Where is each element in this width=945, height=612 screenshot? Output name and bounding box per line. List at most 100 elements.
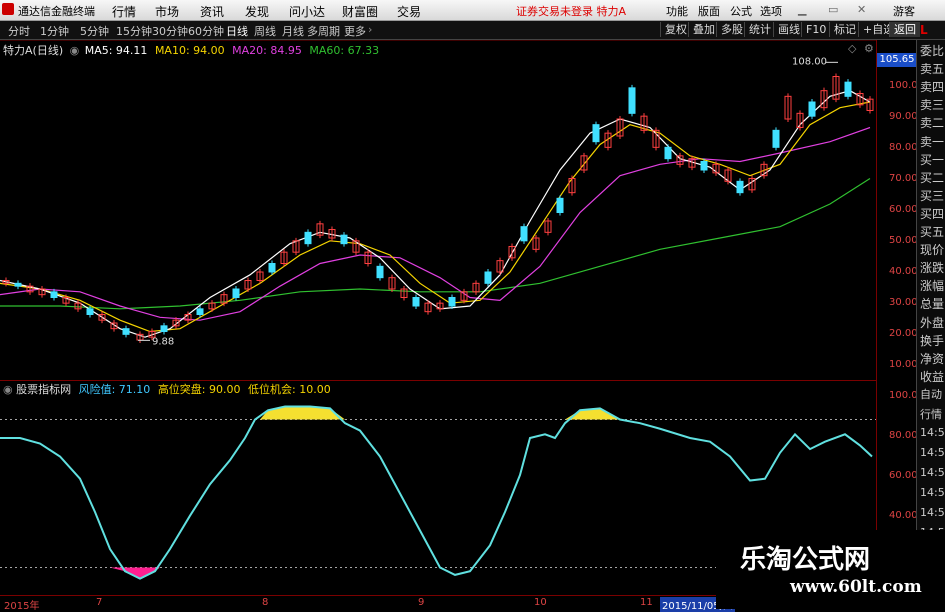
candle-body — [122, 328, 130, 335]
menu-trade[interactable]: 交易 — [397, 3, 421, 20]
close-icon[interactable]: ✕ — [857, 3, 866, 16]
restore-icon[interactable]: ▭ — [828, 3, 838, 16]
side-label: 收益 — [920, 369, 945, 384]
tab-intraday[interactable]: 分时 — [8, 23, 30, 39]
multi-stock-button[interactable]: 多股 — [716, 22, 747, 37]
draw-button[interactable]: 画线 — [773, 22, 804, 37]
ma20-label: MA20: 84.95 — [232, 44, 302, 57]
menu-quotes[interactable]: 行情 — [112, 3, 136, 20]
indicator-name: 股票指标网 — [16, 383, 72, 396]
side-label: 现价 — [920, 243, 945, 258]
stock-label: 特力A(日线) — [3, 44, 64, 57]
quote-side-panel: 委比 卖五 卖四 卖三 卖二 卖一 买一 买二 买三 买四 买五 现价 涨跌 涨幅 总量 外盘 换手 净资 收益 自动… — [916, 40, 945, 595]
menu-layout[interactable]: 版面 — [698, 3, 720, 19]
menu-ask[interactable]: 问小达 — [289, 3, 325, 20]
candle-body — [736, 180, 744, 194]
side-label: 行情 — [920, 408, 942, 421]
kline-svg[interactable]: 108.00 9.88 — [0, 40, 876, 380]
ind-ytick: 80.00 — [889, 430, 918, 441]
watermark-url: www.60lt.com — [790, 577, 922, 597]
date-tick: 8 — [262, 597, 269, 608]
chevron-right-icon[interactable]: › — [368, 23, 372, 36]
low-price-label: 9.88 — [152, 336, 174, 347]
stats-button[interactable]: 统计 — [744, 22, 775, 37]
overlay-button[interactable]: 叠加 — [688, 22, 719, 37]
menu-bar: 通达信金融终端 行情 市场 资讯 发现 问小达 财富圈 交易 证券交易未登录 特… — [0, 0, 945, 21]
tab-30min[interactable]: 30分钟 — [152, 23, 188, 39]
date-tick: 10 — [534, 597, 547, 608]
side-label: 涨幅 — [920, 279, 945, 294]
app-logo-icon — [2, 3, 14, 15]
ytick: 70.00 — [889, 173, 918, 184]
side-label: 涨跌 — [920, 261, 945, 276]
menu-function[interactable]: 功能 — [666, 3, 688, 19]
side-label: 买一 — [920, 152, 945, 167]
high-breakout-label: 高位突盘: 90.00 — [157, 383, 241, 396]
menu-discover[interactable]: 发现 — [245, 3, 269, 20]
watermark-title: 乐淘公式网 — [740, 545, 871, 575]
ma60-line — [0, 177, 871, 310]
ma5-label: MA5: 94.11 — [84, 44, 148, 57]
period-toolbar: 分时 1分钟 5分钟 15分钟 30分钟 60分钟 日线 周线 月线 多周期 更… — [0, 21, 945, 40]
candle-body — [664, 146, 672, 160]
candle-body — [520, 226, 528, 242]
candle-body — [232, 288, 240, 298]
ytick: 30.00 — [889, 297, 918, 308]
login-warning: 证券交易未登录 特力A — [516, 5, 627, 18]
side-label: 自动 — [920, 388, 942, 401]
level-l-badge: L — [920, 23, 928, 37]
minimize-icon[interactable]: ▁ — [798, 3, 806, 16]
kline-chart[interactable]: 108.00 9.88 — [0, 40, 876, 380]
side-label: 卖五 — [920, 62, 945, 77]
current-price-tag: 105.65 — [877, 53, 917, 67]
tab-1min[interactable]: 1分钟 — [40, 23, 69, 39]
expand-icon[interactable]: ◇ — [848, 42, 856, 55]
ytick: 40.00 — [889, 266, 918, 277]
menu-news[interactable]: 资讯 — [200, 3, 224, 20]
side-label: 14:50 — [920, 506, 945, 519]
guest-label[interactable]: 游客 — [893, 3, 915, 19]
tab-15min[interactable]: 15分钟 — [116, 23, 152, 39]
ma-legend: 特力A(日线) ◉ MA5: 94.11 MA10: 94.00 MA20: 8… — [3, 42, 379, 58]
tab-multi-period[interactable]: 多周期 — [307, 23, 340, 39]
settings-icon[interactable]: ⚙ — [864, 42, 874, 55]
side-label: 外盘 — [920, 315, 945, 330]
candle-body — [772, 129, 780, 148]
ma60-label: MA60: 67.33 — [309, 44, 380, 57]
menu-options[interactable]: 选项 — [760, 3, 782, 19]
price-axis: 105.65 100.00 90.00 80.00 70.00 60.00 50… — [876, 40, 924, 595]
ma10-line — [0, 101, 871, 333]
side-label: 14:50 — [920, 446, 945, 459]
menu-wealth[interactable]: 财富圈 — [342, 3, 378, 20]
indicator-gear-icon[interactable]: ◉ — [3, 383, 13, 396]
f10-button[interactable]: F10 — [801, 22, 830, 37]
tab-daily[interactable]: 日线 — [226, 23, 248, 39]
tab-more[interactable]: 更多 — [344, 23, 366, 39]
high-price-label: 108.00 — [792, 56, 827, 67]
menu-market[interactable]: 市场 — [155, 3, 179, 20]
tab-monthly[interactable]: 月线 — [282, 23, 304, 39]
candle-body — [628, 87, 636, 114]
ma5-line — [0, 90, 871, 338]
side-label: 换手 — [920, 333, 945, 348]
legend-gear-icon[interactable]: ◉ — [70, 44, 80, 57]
ytick: 10.00 — [889, 359, 918, 370]
menu-formula[interactable]: 公式 — [730, 3, 752, 19]
tab-60min[interactable]: 60分钟 — [188, 23, 224, 39]
side-label: 卖三 — [920, 98, 945, 113]
ytick: 50.00 — [889, 235, 918, 246]
date-tick: 11 — [640, 597, 653, 608]
risk-value-label: 风险值: 71.10 — [78, 383, 151, 396]
side-label: 14:50 — [920, 466, 945, 479]
tab-weekly[interactable]: 周线 — [254, 23, 276, 39]
candle-body — [412, 297, 420, 307]
mark-button[interactable]: 标记 — [829, 22, 860, 37]
tab-5min[interactable]: 5分钟 — [80, 23, 109, 39]
adjust-button[interactable]: 复权 — [660, 22, 691, 37]
side-label: 买二 — [920, 170, 945, 185]
ytick: 90.00 — [889, 111, 918, 122]
candle-body — [50, 291, 58, 298]
ytick: 60.00 — [889, 204, 918, 215]
candle-body — [556, 197, 564, 213]
back-button[interactable]: 返回 — [889, 22, 920, 37]
